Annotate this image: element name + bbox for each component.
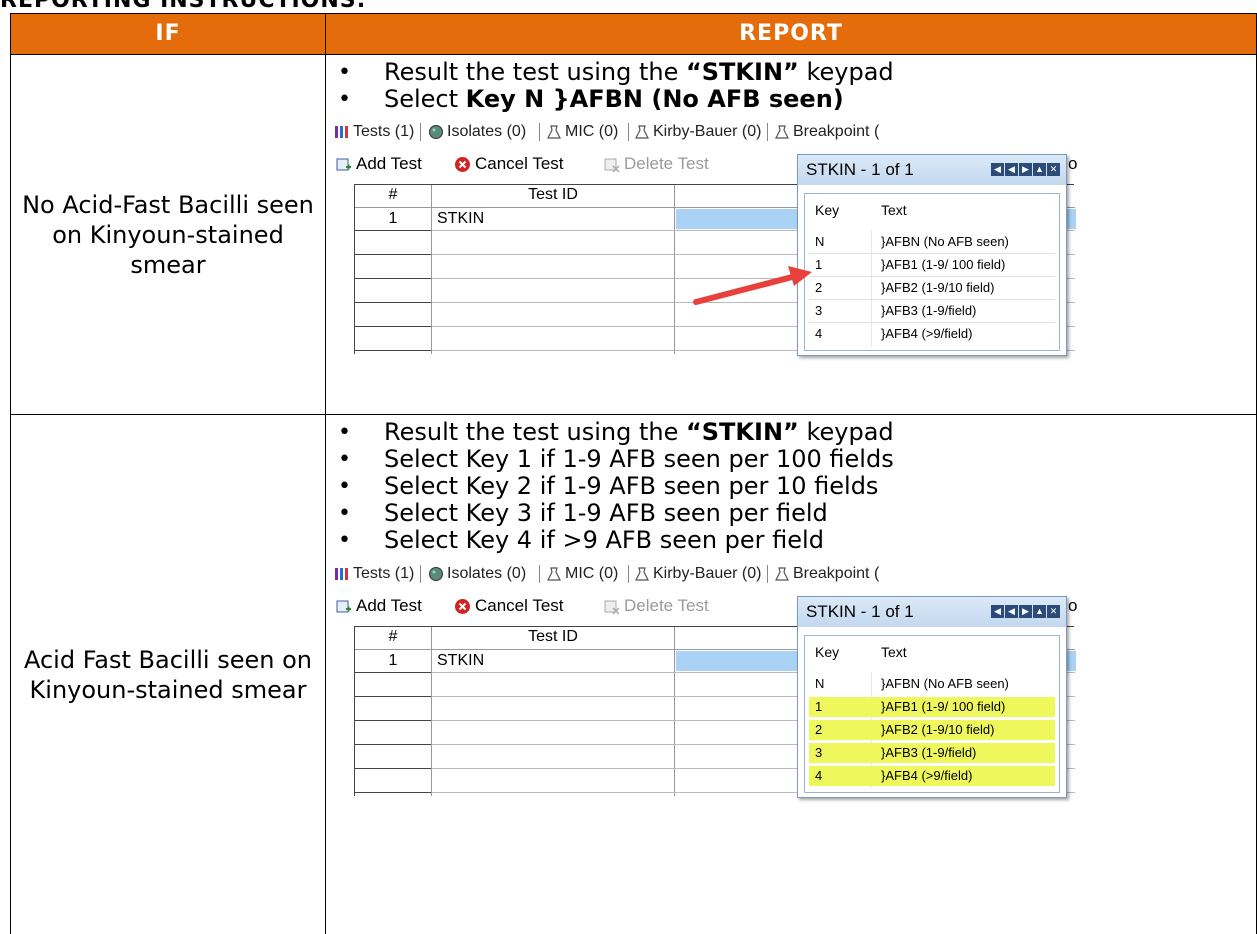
prev-icon[interactable]: ◀ [1005,163,1018,176]
flask-icon [775,125,789,139]
col-header-number: # [388,186,398,203]
add-test-icon [336,600,351,613]
bars-icon [335,125,348,138]
keypad-item[interactable]: 1}AFB1 (1-9/ 100 field) [809,255,1055,275]
delete-test-icon [604,600,620,615]
red-arrow-icon [693,266,812,305]
condition-cell: Acid Fast Bacilli seen on Kinyoun-staine… [23,645,312,704]
bullet-item: Select Key 4 if >9 AFB seen per field [336,527,894,555]
col-header-number: # [388,628,398,645]
table-row: Acid Fast Bacilli seen on Kinyoun-staine… [10,415,1257,934]
bullet-item: Result the test using the “STKIN” keypad [336,59,894,87]
toolbar-overflow: o [1068,596,1078,615]
col-header-text: Text [881,202,907,218]
row-test-id[interactable]: STKIN [437,208,484,230]
lis-screenshot: Tests (1) Isolates (0) MIC (0) Kirby-Bau… [334,119,1078,356]
header-report: REPORT [739,21,843,46]
tab-kirby-bauer[interactable]: Kirby-Bauer (0) [634,121,761,143]
prev-icon[interactable]: ◀ [1005,605,1018,618]
tab-mic[interactable]: MIC (0) [546,563,618,585]
row-number: 1 [388,652,398,669]
col-header-key: Key [815,202,840,218]
flask-icon [635,567,649,581]
flask-icon [547,125,561,139]
col-header-test-id: Test ID [528,628,578,645]
row-number: 1 [388,210,398,227]
first-icon[interactable]: ◀ [991,163,1004,176]
tab-breakpoint[interactable]: Breakpoint ( [774,121,879,143]
petri-dish-icon [429,566,443,581]
clipped-heading: REPORTING INSTRUCTIONS: [0,0,367,13]
col-header-text: Text [881,644,907,660]
tab-mic[interactable]: MIC (0) [546,121,618,143]
bullet-item: Select Key N }AFBN (No AFB seen) [336,86,894,114]
flask-icon [635,125,649,139]
next-icon[interactable]: ▶ [1019,163,1032,176]
keypad-item-highlighted[interactable]: 4}AFB4 (>9/field) [809,766,1055,786]
keypad-list: Key Text N}AFBN (No AFB seen) 1}AFB1 (1-… [804,635,1060,793]
close-icon[interactable]: ✕ [1047,605,1060,618]
tab-kirby-bauer[interactable]: Kirby-Bauer (0) [634,563,761,585]
delete-test-button[interactable]: Delete Test [604,595,709,617]
next-icon[interactable]: ▶ [1019,605,1032,618]
col-header-key: Key [815,644,840,660]
keypad-popup: STKIN - 1 of 1 ◀ ◀ ▶ ▲ ✕ Key Text N}AFBN (No… [797,154,1067,356]
keypad-item[interactable]: N}AFBN (No AFB seen) [809,674,1055,694]
keypad-list: Key Text N}AFBN (No AFB seen) 1}AFB1 (1-… [804,193,1060,351]
row-test-id[interactable]: STKIN [437,650,484,672]
up-icon[interactable]: ▲ [1033,605,1046,618]
col-header-test-id: Test ID [528,186,578,203]
tab-tests[interactable]: Tests (1) [334,563,414,585]
header-if: IF [155,21,181,46]
delete-test-icon [604,158,620,173]
tab-bar: Tests (1) Isolates (0) MIC (0) Kirby-Bau… [334,561,1074,587]
keypad-popup: STKIN - 1 of 1 ◀ ◀ ▶ ▲ ✕ Key Text N}AFBN (No… [797,596,1067,798]
tab-isolates[interactable]: Isolates (0) [428,121,526,143]
bullet-item: Result the test using the “STKIN” keypad [336,419,894,447]
cancel-test-button[interactable]: Cancel Test [454,153,564,175]
cancel-icon [455,599,470,615]
keypad-item[interactable]: 3}AFB3 (1-9/field) [809,301,1055,321]
popup-nav-buttons: ◀ ◀ ▶ ▲ ✕ [990,163,1060,177]
bullet-item: Select Key 1 if 1-9 AFB seen per 100 fie… [336,446,894,474]
petri-dish-icon [429,124,443,139]
keypad-item[interactable]: 4}AFB4 (>9/field) [809,324,1055,344]
table-header: IF REPORT [10,13,1257,55]
close-icon[interactable]: ✕ [1047,163,1060,176]
cancel-test-button[interactable]: Cancel Test [454,595,564,617]
bullet-item: Select Key 2 if 1-9 AFB seen per 10 fiel… [336,473,894,501]
keypad-item-highlighted[interactable]: 2}AFB2 (1-9/10 field) [809,720,1055,740]
keypad-item-highlighted[interactable]: 1}AFB1 (1-9/ 100 field) [809,697,1055,717]
popup-nav-buttons: ◀ ◀ ▶ ▲ ✕ [990,605,1060,619]
tab-isolates[interactable]: Isolates (0) [428,563,526,585]
keypad-item-highlighted[interactable]: 3}AFB3 (1-9/field) [809,743,1055,763]
add-test-icon [336,158,351,171]
table-row: No Acid-Fast Bacilli seen on Kinyoun-sta… [10,55,1257,415]
reporting-table: IF REPORT No Acid-Fast Bacilli seen on K… [10,13,1257,934]
bullet-item: Select Key 3 if 1-9 AFB seen per field [336,500,894,528]
bars-icon [335,567,348,580]
tab-bar: Tests (1) Isolates (0) MIC (0) Kirby-Bau… [334,119,1074,145]
keypad-item[interactable]: N}AFBN (No AFB seen) [809,232,1055,252]
flask-icon [775,567,789,581]
toolbar-overflow: o [1068,154,1078,173]
cancel-icon [455,157,470,173]
first-icon[interactable]: ◀ [991,605,1004,618]
add-test-button[interactable]: Add Test [336,153,422,175]
report-cell: Result the test using the “STKIN” keypad… [326,55,1256,414]
report-cell: Result the test using the “STKIN” keypad… [326,415,1256,934]
tab-breakpoint[interactable]: Breakpoint ( [774,563,879,585]
lis-screenshot: Tests (1) Isolates (0) MIC (0) Kirby-Bau… [334,561,1078,798]
up-icon[interactable]: ▲ [1033,163,1046,176]
delete-test-button[interactable]: Delete Test [604,153,709,175]
tab-tests[interactable]: Tests (1) [334,121,414,143]
flask-icon [547,567,561,581]
add-test-button[interactable]: Add Test [336,595,422,617]
keypad-item[interactable]: 2}AFB2 (1-9/10 field) [809,278,1055,298]
condition-cell: No Acid-Fast Bacilli seen on Kinyoun-sta… [22,190,314,279]
